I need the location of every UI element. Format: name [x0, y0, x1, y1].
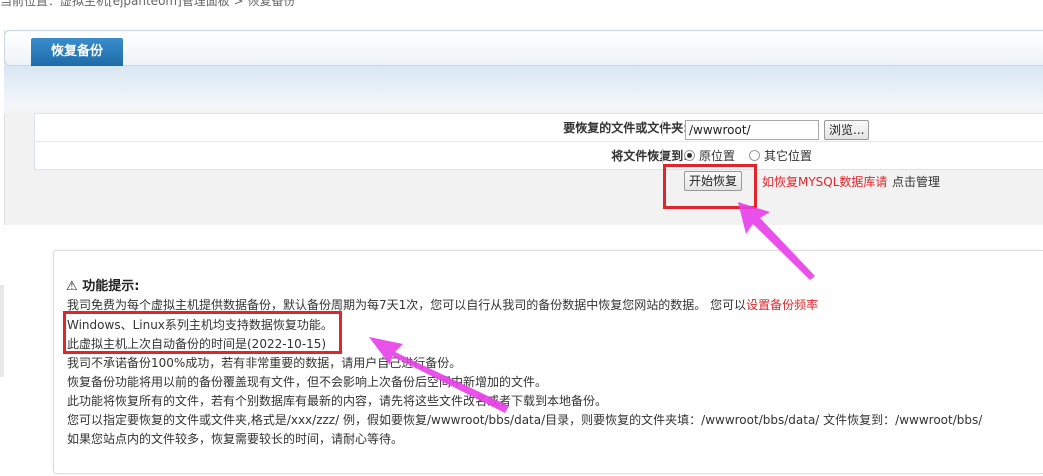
path-input[interactable] — [685, 120, 819, 140]
tip-line: 如果您站点内的文件较多，恢复需要较长的时间，请耐心等待。 — [67, 432, 404, 446]
radio-original-location[interactable]: 原位置 — [684, 148, 735, 164]
tab-bar: 恢复备份 — [4, 30, 1043, 66]
radio-checked-icon[interactable] — [684, 150, 695, 161]
tips-title: ⚠ 功能提示: — [66, 275, 139, 294]
mysql-restore-note: 如恢复MYSQL数据库请 — [762, 175, 888, 189]
browse-button[interactable]: 浏览... — [824, 120, 870, 140]
radio-original-label: 原位置 — [699, 149, 736, 163]
tip-line: 恢复备份功能将用以前的备份覆盖现有文件，但不会影响上次备份后空间中新增加的文件。 — [67, 375, 548, 389]
radio-other-location[interactable]: 其它位置 — [749, 148, 812, 164]
row-divider — [662, 148, 663, 164]
restore-form: 要恢复的文件或文件夹: 浏览... 将文件恢复到: — [34, 113, 1043, 170]
restore-to-label: 将文件恢复到: — [611, 149, 688, 163]
row-divider — [662, 120, 663, 136]
radio-unchecked-icon[interactable] — [749, 150, 760, 161]
warning-icon: ⚠ — [66, 279, 78, 294]
manage-link[interactable]: 点击管理 — [892, 173, 940, 190]
radio-other-label: 其它位置 — [764, 149, 813, 163]
highlight-box-backup-time — [63, 311, 342, 354]
form-row-destination: 将文件恢复到: — [35, 142, 1043, 170]
highlight-box-start-button — [663, 164, 757, 209]
tip-line: 您可以指定要恢复的文件或文件夹,格式是/xxx/zzz/ 例，假如要恢复/www… — [67, 413, 983, 427]
path-label: 要恢复的文件或文件夹: — [563, 121, 688, 135]
breadcrumb: 当前位置：虚拟主机[ejpanteom]管理面板 > 恢复备份 — [0, 0, 296, 8]
tip-line: 此功能将恢复所有的文件，若有个别数据库有最新的内容，请先将这些文件改名或者下载到… — [67, 394, 608, 408]
left-edge-panel — [0, 285, 4, 377]
tip-line: 我司不承诺备份100%成功，若有非常重要的数据，请用户自己进行备份。 — [67, 356, 462, 370]
tab-restore-backup[interactable]: 恢复备份 — [31, 38, 123, 66]
tips-title-text: 功能提示: — [82, 279, 140, 294]
panel-header-band — [4, 66, 1043, 114]
tips-box: ⚠ 功能提示: 我司免费为每个虚拟主机提供数据备份，默认备份周期为每7天1次，您… — [53, 250, 1043, 474]
set-backup-frequency-link[interactable]: 设置备份频率 — [746, 298, 818, 312]
form-row-path: 要恢复的文件或文件夹: 浏览... — [35, 114, 1043, 142]
